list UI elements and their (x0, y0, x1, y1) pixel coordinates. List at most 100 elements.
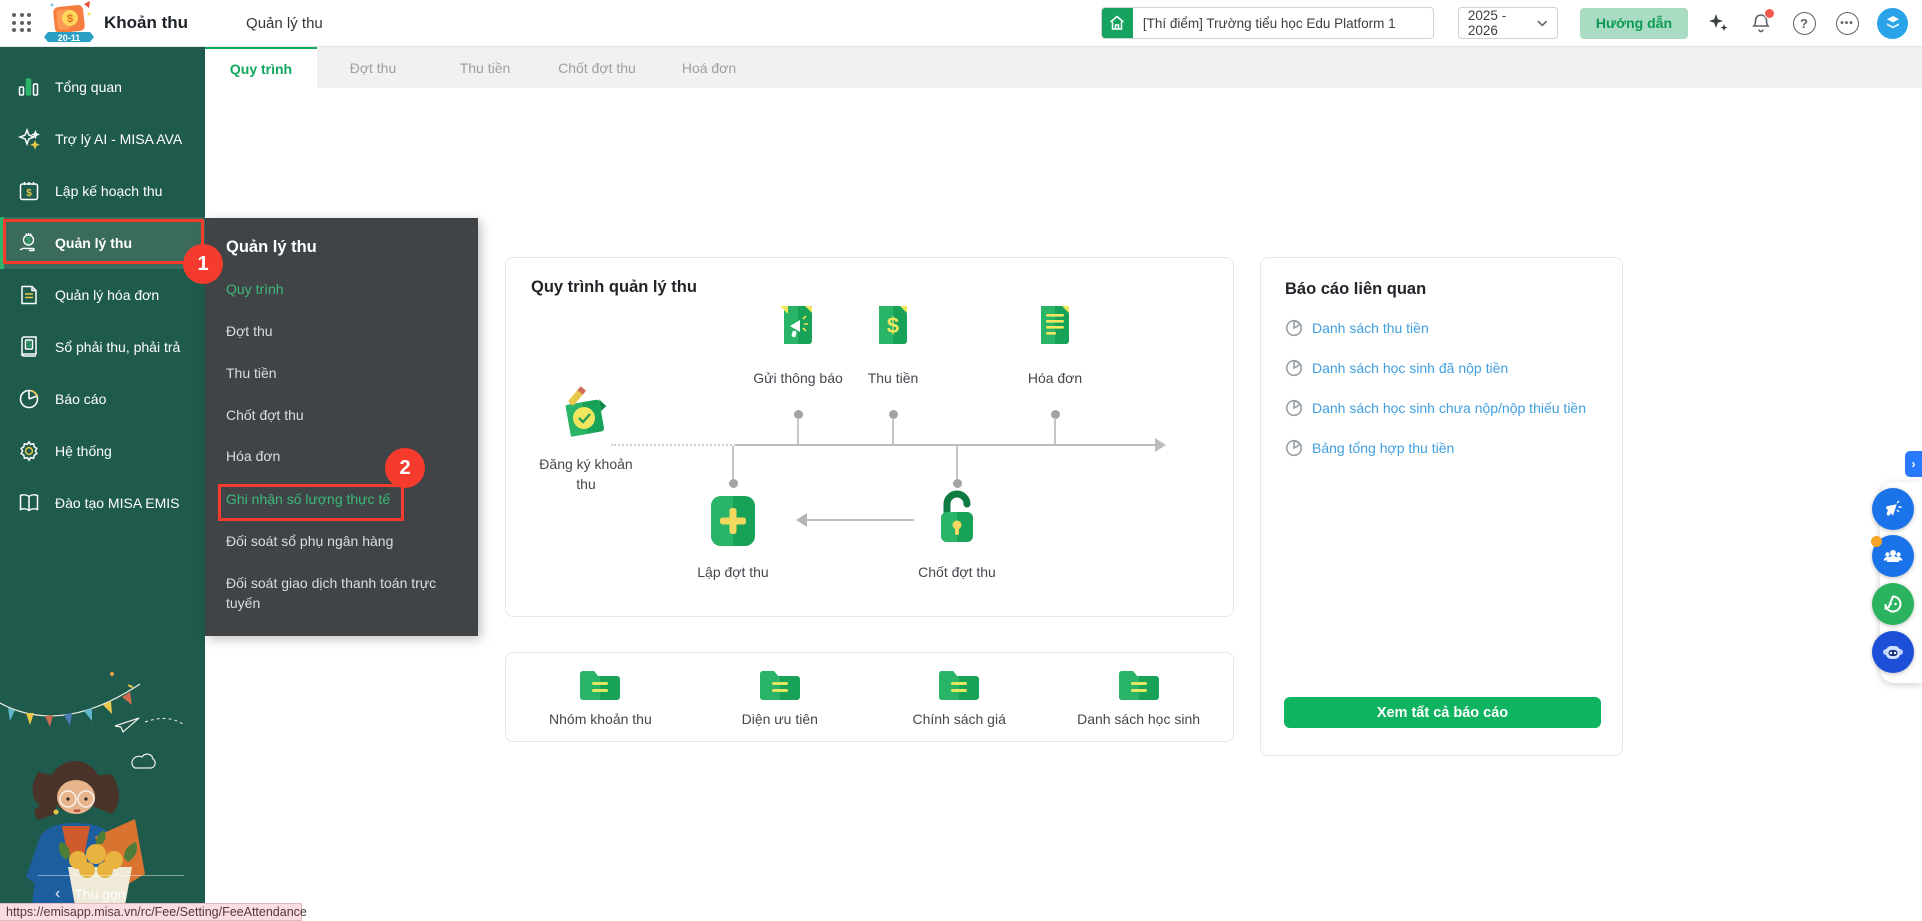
submenu-item-ghi-nhan-so-luong[interactable]: Ghi nhận số lượng thực tế (226, 491, 390, 513)
connector-dot (729, 479, 738, 488)
sidebar-item-label: Sổ phải thu, phải trả (55, 339, 180, 355)
timeline-line (736, 444, 1156, 446)
school-name: [Thí điểm] Trường tiểu học Edu Platform … (1133, 16, 1406, 31)
sidebar-item-label: Báo cáo (55, 391, 106, 407)
invoice-icon (16, 282, 42, 308)
report-link-danh-sach-thu-tien[interactable]: Danh sách thu tiền (1285, 319, 1429, 337)
catalog-label: Nhóm khoản thu (549, 711, 652, 727)
submenu-item-thu-tien[interactable]: Thu tiền (226, 365, 277, 387)
app-launcher-icon[interactable] (12, 13, 32, 33)
sidebar-item-quan-ly-thu[interactable]: $ Quản lý thu (0, 217, 205, 269)
pie-chart-icon (16, 386, 42, 412)
tab-dot-thu[interactable]: Đợt thu (317, 47, 429, 88)
back-arrowhead (796, 513, 807, 527)
report-link-label: Danh sách học sinh chưa nộp/nộp thiếu ti… (1312, 400, 1586, 416)
step-label-collect: Thu tiền (823, 370, 963, 386)
notify-document-icon[interactable] (772, 298, 824, 350)
hand-coin-icon: $ (16, 230, 42, 256)
submenu-item-chot-dot-thu[interactable]: Chốt đợt thu (226, 407, 304, 429)
chat-support-button[interactable] (1872, 583, 1914, 625)
tab-chot-dot-thu[interactable]: Chốt đợt thu (541, 47, 653, 88)
school-year-select[interactable]: 2025 - 2026 (1458, 7, 1558, 39)
barchart-icon (16, 74, 42, 100)
sidebar-divider (38, 875, 184, 876)
report-pie-icon (1285, 399, 1303, 417)
sidebar-illustration (0, 622, 205, 921)
back-arrow-line (806, 519, 914, 521)
tab-quy-trinh[interactable]: Quy trình (205, 47, 317, 88)
sidebar-item-tong-quan[interactable]: Tổng quan (0, 61, 205, 113)
report-link-hoc-sinh-da-nop[interactable]: Danh sách học sinh đã nộp tiền (1285, 359, 1508, 377)
tab-thu-tien[interactable]: Thu tiền (429, 47, 541, 88)
submenu-item-doi-soat-so-phu[interactable]: Đối soát sổ phụ ngân hàng (226, 533, 393, 555)
view-all-reports-button[interactable]: Xem tất cả báo cáo (1284, 697, 1601, 728)
submenu-title: Quản lý thu (226, 238, 317, 257)
sidebar-collapse-button[interactable]: ‹ Thu gọn (55, 885, 126, 903)
sidebar-item-quan-ly-hoa-don[interactable]: Quản lý hóa đơn (0, 269, 205, 321)
catalog-chinh-sach-gia[interactable]: Chính sách giá (874, 667, 1044, 727)
sidebar-item-label: Đào tạo MISA EMIS (55, 495, 180, 511)
catalog-dien-uu-tien[interactable]: Diện ưu tiên (695, 667, 865, 727)
sidebar-item-bao-cao[interactable]: Báo cáo (0, 373, 205, 425)
collect-document-icon[interactable]: $ (867, 298, 919, 350)
connector-stem (1054, 418, 1056, 445)
reports-card: Báo cáo liên quan Danh sách thu tiền Dan… (1260, 257, 1623, 756)
gear-icon (16, 438, 42, 464)
svg-text:$: $ (887, 313, 899, 338)
more-options-icon[interactable]: ••• (1834, 10, 1860, 36)
report-link-hoc-sinh-chua-nop[interactable]: Danh sách học sinh chưa nộp/nộp thiếu ti… (1285, 399, 1586, 417)
guide-button[interactable]: Hướng dẫn (1580, 8, 1688, 39)
submenu-item-quy-trinh[interactable]: Quy trình (226, 281, 284, 303)
submenu-item-doi-soat-giao-dich[interactable]: Đối soát giao dịch thanh toán trực tuyến (226, 573, 461, 613)
report-link-label: Danh sách thu tiền (1312, 320, 1429, 336)
sidebar-item-he-thong[interactable]: Hệ thống (0, 425, 205, 477)
register-note-icon[interactable] (554, 382, 616, 444)
svg-text:$: $ (26, 188, 32, 199)
tab-hoa-don[interactable]: Hoá đơn (653, 47, 765, 88)
calendar-dollar-icon: $ (16, 178, 42, 204)
connector-stem (892, 418, 894, 445)
catalog-nhom-khoan-thu[interactable]: Nhóm khoản thu (515, 667, 685, 727)
svg-text:$: $ (67, 13, 73, 25)
header-nav-quan-ly-thu[interactable]: Quản lý thu (246, 15, 323, 32)
sidebar-item-lap-ke-hoach-thu[interactable]: $ Lập kế hoạch thu (0, 165, 205, 217)
process-card: Quy trình quản lý thu $ (505, 257, 1234, 617)
submenu-item-hoa-don[interactable]: Hóa đơn (226, 448, 280, 470)
help-icon[interactable]: ? (1791, 10, 1817, 36)
connector-stem (956, 446, 958, 479)
invoice-document-icon[interactable] (1029, 298, 1081, 350)
catalog-label: Diện ưu tiên (742, 711, 818, 727)
notifications-bell-icon[interactable] (1748, 10, 1774, 36)
report-link-bang-tong-hop[interactable]: Bảng tổng hợp thu tiền (1285, 439, 1454, 457)
sidebar-item-so-phai-thu-phai-tra[interactable]: $ Sổ phải thu, phải trả (0, 321, 205, 373)
ai-sparkles-icon[interactable] (1705, 10, 1731, 36)
process-diagram: $ Gửi thông báo Thu tiền Hóa đơn (506, 258, 1233, 616)
user-avatar[interactable] (1877, 8, 1908, 39)
submenu-quan-ly-thu: Quản lý thu Quy trình Đợt thu Thu tiền C… (205, 218, 478, 636)
sidebar: Tổng quan Trợ lý AI - MISA AVA $ (0, 47, 205, 921)
school-selector[interactable]: [Thí điểm] Trường tiểu học Edu Platform … (1101, 7, 1434, 39)
connector-stem (797, 418, 799, 445)
svg-text:$: $ (26, 236, 31, 246)
app-header: $ 20-11 Khoản thu Quản lý thu [Thí điểm]… (0, 0, 1922, 47)
catalog-label: Chính sách giá (912, 711, 1005, 727)
report-pie-icon (1285, 359, 1303, 377)
ledger-book-icon: $ (16, 334, 42, 360)
ai-chatbot-button[interactable] (1872, 631, 1914, 673)
sidebar-item-tro-ly-ai[interactable]: Trợ lý AI - MISA AVA (0, 113, 205, 165)
sidebar-item-label: Tổng quan (55, 79, 122, 95)
folder-icon (577, 667, 623, 703)
header-controls: [Thí điểm] Trường tiểu học Edu Platform … (1101, 7, 1908, 39)
sidebar-item-dao-tao-misa-emis[interactable]: Đào tạo MISA EMIS (0, 477, 205, 529)
submenu-item-dot-thu[interactable]: Đợt thu (226, 323, 273, 345)
step-label-register: Đăng ký khoản thu (536, 454, 636, 494)
step-label-close-batch: Chốt đợt thu (887, 564, 1027, 580)
catalog-danh-sach-hoc-sinh[interactable]: Danh sách học sinh (1054, 667, 1224, 727)
expand-widgets-tab[interactable]: › (1905, 451, 1922, 477)
svg-text:$: $ (27, 340, 32, 349)
school-year-value: 2025 - 2026 (1468, 8, 1537, 38)
close-batch-lock-icon[interactable] (933, 486, 981, 548)
create-batch-plus-icon[interactable] (709, 494, 757, 548)
announcement-megaphone-button[interactable] (1872, 488, 1914, 530)
sidebar-item-label: Trợ lý AI - MISA AVA (55, 131, 182, 147)
